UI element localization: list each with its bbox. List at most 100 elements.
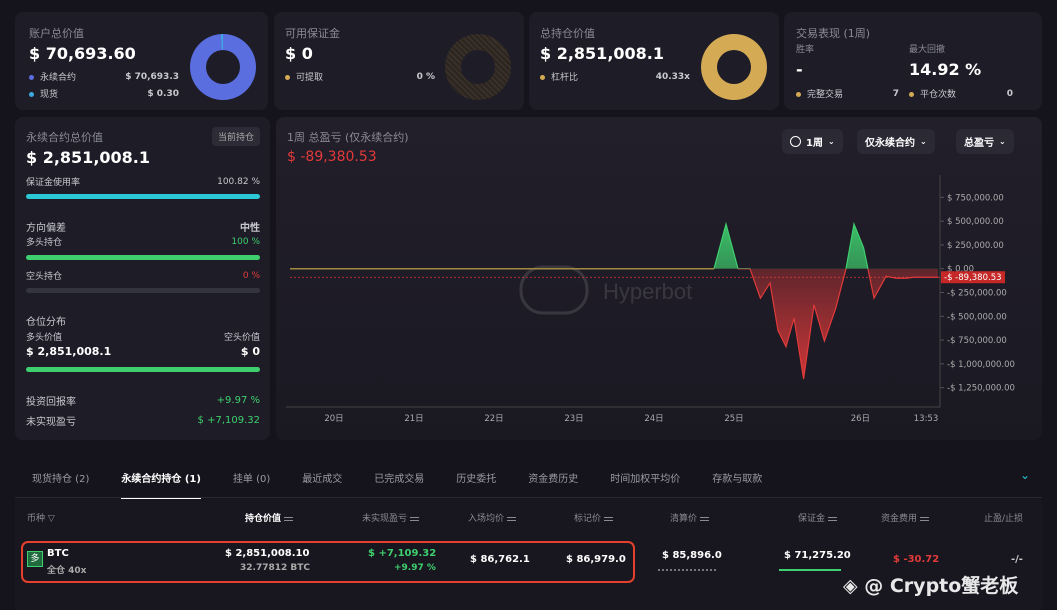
liquidation-price: $ 85,896.0: [662, 550, 722, 561]
long-row: 多头持仓 100 %: [26, 236, 260, 249]
roi-row: 投资回报率 +9.97 %: [26, 395, 260, 408]
x-tick-label: 26日: [851, 414, 870, 424]
position-value: $ 2,851,008.10: [225, 548, 310, 559]
tab-2[interactable]: 挂单 (0): [233, 470, 270, 500]
dist-labels-row: 多头价值 空头价值: [26, 333, 260, 343]
sort-icon: [700, 516, 710, 521]
y-tick-label: -$ 750,000.00: [947, 336, 1007, 346]
tab-0[interactable]: 现货持仓 (2): [32, 470, 89, 500]
entry-price: $ 86,762.1: [470, 554, 530, 565]
total-position-card: 总持仓价值 $ 2,851,008.1 杠杆比 40.33x: [529, 12, 779, 110]
x-tick-label: 13:53: [914, 414, 939, 424]
sort-icon: [828, 516, 838, 521]
margin-mode: 全仓 40x: [47, 566, 87, 576]
current-value-text: -$ -89,380.53: [944, 273, 1002, 283]
table-row[interactable]: [21, 541, 635, 583]
dist-bar-fill: [26, 367, 260, 372]
flat-count-row: 平仓次数 0: [909, 87, 1013, 100]
perp-row: 永续合约 $ 70,693.3: [29, 70, 179, 83]
account-value-card: 账户总价值 $ 70,693.60 永续合约 $ 70,693.3 现货 $ 0…: [15, 12, 268, 110]
y-tick-label: -$ 1,250,000.00: [947, 384, 1015, 394]
long-badge-icon: 多: [27, 551, 43, 567]
filter-icon[interactable]: ▽: [48, 514, 55, 524]
tab-7[interactable]: 时间加权平均价: [610, 470, 680, 500]
col-funding[interactable]: 资金费用: [881, 511, 930, 524]
col-tpsl: 止盈/止损: [984, 514, 1024, 524]
short-row: 空头持仓 0 %: [26, 270, 260, 283]
sort-icon: [410, 516, 420, 521]
watermark-text: Hyperbot: [603, 279, 692, 304]
x-tick-label: 20日: [324, 414, 343, 424]
account-value: $ 70,693.60: [29, 44, 136, 63]
y-tick-label: -$ 500,000.00: [947, 312, 1007, 322]
sort-icon: [507, 516, 517, 521]
y-tick-label: -$ 250,000.00: [947, 289, 1007, 299]
tab-5[interactable]: 历史委托: [456, 470, 496, 500]
col-liq[interactable]: 清算价: [670, 511, 710, 524]
long-bar: [26, 255, 260, 260]
dist-title-row: 仓位分布: [26, 317, 66, 328]
y-tick-label: $ 750,000.00: [947, 193, 1004, 203]
margin-use-bar-fill: [26, 194, 260, 199]
long-bar-fill: [26, 255, 260, 260]
perp-summary-panel: 永续合约总价值 当前持仓 $ 2,851,008.1 保证金使用率 100.82 …: [15, 117, 270, 440]
card-title: 账户总价值: [29, 27, 84, 40]
short-bar: [26, 288, 260, 293]
position-value: $ 2,851,008.1: [540, 44, 664, 63]
col-coin[interactable]: 币种 ▽: [27, 511, 55, 524]
panel-title: 永续合约总价值: [26, 131, 103, 144]
win-rate-label: 胜率: [796, 45, 815, 55]
tab-1[interactable]: 永续合约持仓 (1): [121, 470, 201, 500]
max-drawdown-value: 14.92 %: [909, 60, 982, 79]
watermark-logo: Hyperbot: [519, 265, 692, 315]
tab-bar: 现货持仓 (2) 永续合约持仓 (1) 挂单 (0) 最近成交 已完成交易 历史委托 资金费…: [15, 458, 1042, 500]
sort-icon: [284, 516, 294, 521]
current-position-badge[interactable]: 当前持仓: [211, 127, 260, 146]
position-donut-chart: [701, 34, 767, 100]
col-value[interactable]: 持仓价值: [245, 511, 294, 524]
bias-row: 方向偏差 中性: [26, 223, 260, 234]
unrealized-row: 未实现盈亏 $ +7,109.32: [26, 415, 260, 428]
tab-6[interactable]: 资金费历史: [528, 470, 578, 500]
account-donut-chart: [190, 34, 256, 100]
x-tick-label: 25日: [724, 414, 743, 424]
position-size: 32.77812 BTC: [240, 563, 310, 573]
tab-8[interactable]: 存款与取款: [712, 470, 762, 500]
margin-donut-chart: [445, 34, 511, 100]
x-tick-label: 24日: [644, 414, 663, 424]
card-title: 总持仓价值: [540, 27, 595, 40]
col-margin[interactable]: 保证金: [798, 511, 838, 524]
margin-value: $ 0: [285, 44, 313, 63]
completed-trades-row: 完整交易 7: [796, 87, 899, 100]
tab-4[interactable]: 已完成交易: [374, 470, 424, 500]
withdrawable-row: 可提取 0 %: [285, 70, 435, 83]
pnl-chart-panel: 1周 总盈亏 (仅永续合约) $ -89,380.53 1周 ⌄ 仅永续合约 ⌄…: [276, 117, 1042, 440]
x-tick-label: 23日: [564, 414, 583, 424]
watermark-overlay: ◈ @ Crypto蟹老板: [843, 575, 1019, 597]
col-entry[interactable]: 入场均价: [468, 511, 517, 524]
pnl-area-chart: Hyperbot $ 750,000.00 $ 500,000.00 $ 250,0…: [286, 175, 1015, 424]
watermark-logo-icon: ◈: [843, 575, 858, 597]
card-title: 可用保证金: [285, 27, 340, 40]
unrealized-pnl-pct: +9.97 %: [394, 563, 436, 573]
perp-total-value: $ 2,851,008.1: [26, 148, 150, 167]
leverage-row: 杠杆比 40.33x: [540, 70, 690, 83]
margin-underline: [779, 569, 841, 571]
funding-fee: $ -30.72: [893, 554, 940, 565]
col-mark[interactable]: 标记价: [574, 511, 614, 524]
sort-icon: [604, 516, 614, 521]
tpsl-value[interactable]: -/-: [1011, 554, 1023, 565]
col-pnl[interactable]: 未实现盈亏: [362, 511, 420, 524]
margin-use-row: 保证金使用率 100.82 %: [26, 176, 260, 189]
tab-3[interactable]: 最近成交: [302, 470, 342, 500]
sort-icon: [920, 516, 930, 521]
performance-card: 交易表现 (1周) 胜率 - 最大回撤 14.92 % 完整交易 7 平仓次数 …: [784, 12, 1042, 110]
spot-row: 现货 $ 0.30: [29, 87, 179, 100]
expand-chevron-icon[interactable]: ⌄: [1020, 468, 1030, 482]
coin-name[interactable]: BTC: [47, 548, 69, 559]
mark-price: $ 86,979.0: [566, 554, 626, 565]
margin-amount[interactable]: $ 71,275.20: [784, 550, 851, 561]
x-tick-label: 22日: [484, 414, 503, 424]
y-tick-label: -$ 1,000,000.00: [947, 360, 1015, 370]
dist-bar: [26, 367, 260, 372]
